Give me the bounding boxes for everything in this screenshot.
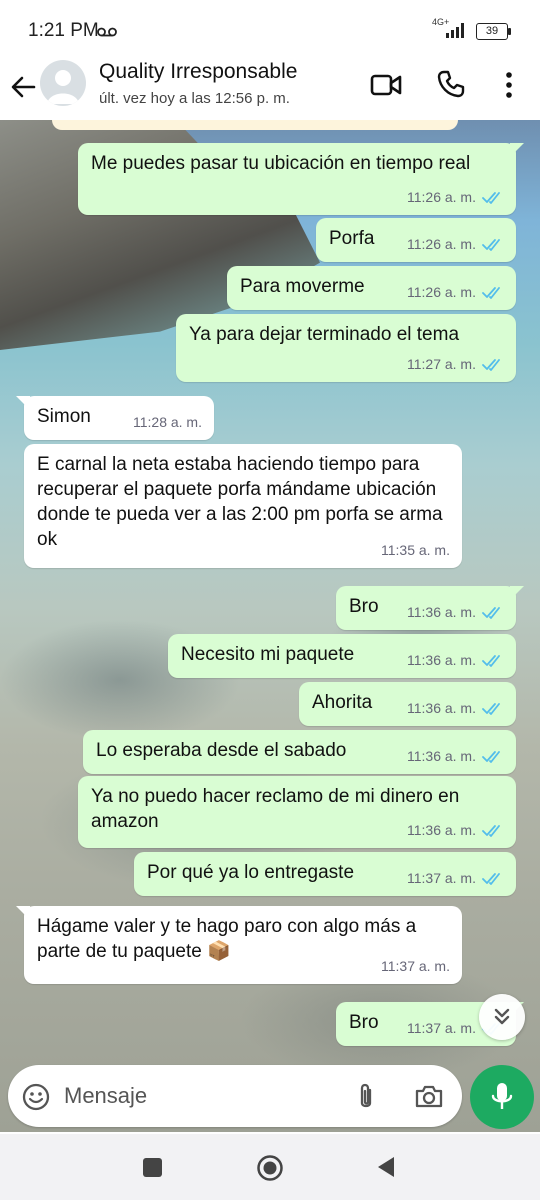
incoming-message[interactable]: Simon 11:28 a. m. (16, 396, 214, 440)
video-call-icon[interactable] (370, 72, 402, 98)
message-meta: 11:26 a. m. (407, 280, 504, 305)
read-ticks-icon (482, 824, 500, 837)
outgoing-message[interactable]: Para moverme 11:26 a. m. (227, 266, 516, 310)
scroll-to-bottom-button[interactable] (479, 994, 525, 1040)
message-time: 11:36 a. m. (406, 822, 476, 838)
message-time: 11:27 a. m. (406, 356, 476, 372)
system-nav-bar (0, 1134, 540, 1200)
more-vert-icon[interactable] (500, 70, 518, 100)
outgoing-message[interactable]: Por qué ya lo entregaste 11:37 a. m. (134, 852, 516, 896)
message-text: Ya para dejar terminado el tema (189, 324, 460, 345)
contact-name[interactable]: Quality Irresponsable (99, 60, 297, 84)
message-meta: 11:26 a. m. (407, 232, 504, 257)
home-button[interactable] (256, 1154, 284, 1182)
read-ticks-icon (482, 654, 500, 667)
message-time: 11:36 a. m. (406, 652, 476, 668)
battery-indicator: 39 (476, 23, 511, 40)
message-time: 11:26 a. m. (406, 189, 476, 205)
outgoing-message[interactable]: Necesito mi paquete 11:36 a. m. (168, 634, 516, 678)
outgoing-message[interactable]: Me puedes pasar tu ubicación en tiempo r… (78, 143, 524, 215)
message-meta: 11:35 a. m. (381, 538, 450, 563)
message-composer (8, 1065, 462, 1127)
outgoing-message[interactable]: Lo esperaba desde el sabado 11:36 a. m. (83, 730, 516, 774)
back-arrow-icon[interactable] (8, 72, 38, 102)
bubble-tail (16, 906, 30, 920)
attach-icon[interactable] (355, 1082, 377, 1112)
outgoing-message[interactable]: Bro 11:36 a. m. (336, 586, 524, 630)
read-ticks-icon (482, 872, 500, 885)
message-meta: 11:28 a. m. (133, 410, 202, 435)
message-meta: 11:36 a. m. (407, 696, 504, 721)
message-time: 11:35 a. m. (380, 542, 450, 558)
voicemail-icon (97, 27, 117, 37)
message-text: Me puedes pasar tu ubicación en tiempo r… (91, 153, 471, 174)
phone-icon[interactable] (437, 70, 465, 98)
bubble-tail (510, 586, 524, 600)
scroll-down-icon (494, 1008, 510, 1025)
status-time: 1:21 PM (28, 20, 99, 41)
previous-message-edge (52, 120, 458, 130)
bubble-tail (16, 396, 30, 410)
message-time: 11:37 a. m. (380, 958, 450, 974)
message-time: 11:37 a. m. (406, 1020, 476, 1036)
message-meta: 11:36 a. m. (407, 818, 504, 843)
message-meta: 11:27 a. m. (407, 352, 504, 377)
emoji-icon[interactable] (22, 1083, 50, 1111)
outgoing-message[interactable]: Ya para dejar terminado el tema 11:27 a. … (176, 314, 516, 382)
message-time: 11:26 a. m. (406, 236, 476, 252)
read-ticks-icon (482, 702, 500, 715)
message-meta: 11:37 a. m. (381, 954, 450, 979)
message-meta: 11:37 a. m. (407, 866, 504, 891)
chat-area[interactable]: Me puedes pasar tu ubicación en tiempo r… (0, 120, 540, 1132)
incoming-message[interactable]: E carnal la neta estaba haciendo tiempo … (24, 444, 462, 568)
message-meta: 11:36 a. m. (407, 744, 504, 769)
outgoing-message[interactable]: Ahorita 11:36 a. m. (299, 682, 516, 726)
outgoing-message[interactable]: Porfa 11:26 a. m. (316, 218, 516, 262)
mic-icon (491, 1083, 513, 1109)
message-time: 11:36 a. m. (406, 700, 476, 716)
read-ticks-icon (482, 358, 500, 371)
camera-icon[interactable] (414, 1083, 444, 1109)
chat-header: Quality Irresponsable últ. vez hoy a las… (0, 58, 540, 120)
outgoing-message[interactable]: Ya no puedo hacer reclamo de mi dinero e… (78, 776, 516, 848)
message-time: 11:36 a. m. (406, 604, 476, 620)
read-ticks-icon (482, 191, 500, 204)
signal-icon (446, 23, 464, 38)
read-ticks-icon (482, 286, 500, 299)
message-input[interactable] (64, 1079, 334, 1113)
avatar[interactable] (40, 60, 86, 106)
read-ticks-icon (482, 750, 500, 763)
message-meta: 11:26 a. m. (407, 185, 504, 210)
incoming-message[interactable]: Hágame valer y te hago paro con algo más… (16, 906, 462, 984)
status-bar: 1:21 PM 4G+ 39 (0, 0, 540, 58)
read-ticks-icon (482, 238, 500, 251)
message-time: 11:37 a. m. (406, 870, 476, 886)
message-time: 11:36 a. m. (406, 748, 476, 764)
recent-apps-button[interactable] (143, 1158, 162, 1177)
message-time: 11:26 a. m. (406, 284, 476, 300)
system-back-button[interactable] (376, 1155, 396, 1179)
last-seen-status: últ. vez hoy a las 12:56 p. m. (99, 90, 290, 107)
message-meta: 11:36 a. m. (407, 648, 504, 673)
voice-message-button[interactable] (470, 1065, 534, 1129)
avatar-placeholder-icon (47, 70, 79, 104)
read-ticks-icon (482, 606, 500, 619)
bubble-tail (510, 143, 524, 157)
message-time: 11:28 a. m. (132, 414, 202, 430)
message-text: E carnal la neta estaba haciendo tiempo … (37, 454, 443, 550)
message-meta: 11:36 a. m. (407, 600, 504, 625)
